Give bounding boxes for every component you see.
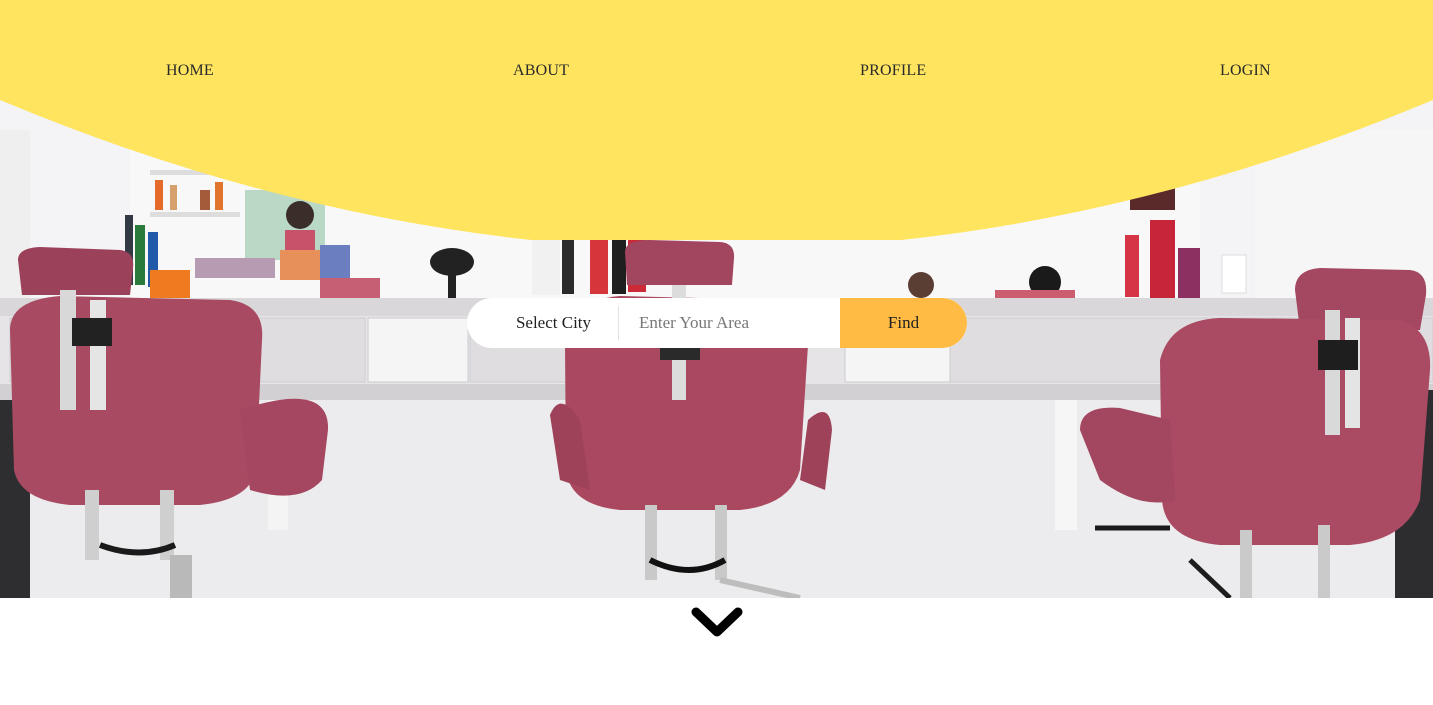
chevron-down-icon[interactable] [691, 606, 743, 640]
nav-about-link[interactable]: ABOUT [513, 62, 569, 80]
city-select[interactable]: Select City [467, 306, 619, 340]
find-button[interactable]: Find [840, 298, 967, 348]
nav-login-link[interactable]: LOGIN [1220, 62, 1271, 80]
nav-home-link[interactable]: HOME [166, 62, 214, 80]
main-nav: HOME ABOUT PROFILE LOGIN [0, 62, 1433, 86]
landing-page: HOME ABOUT PROFILE LOGIN Select City Fin… [0, 0, 1433, 705]
area-input[interactable] [619, 298, 839, 348]
nav-profile-link[interactable]: PROFILE [860, 62, 926, 80]
search-bar: Select City Find [467, 298, 967, 348]
